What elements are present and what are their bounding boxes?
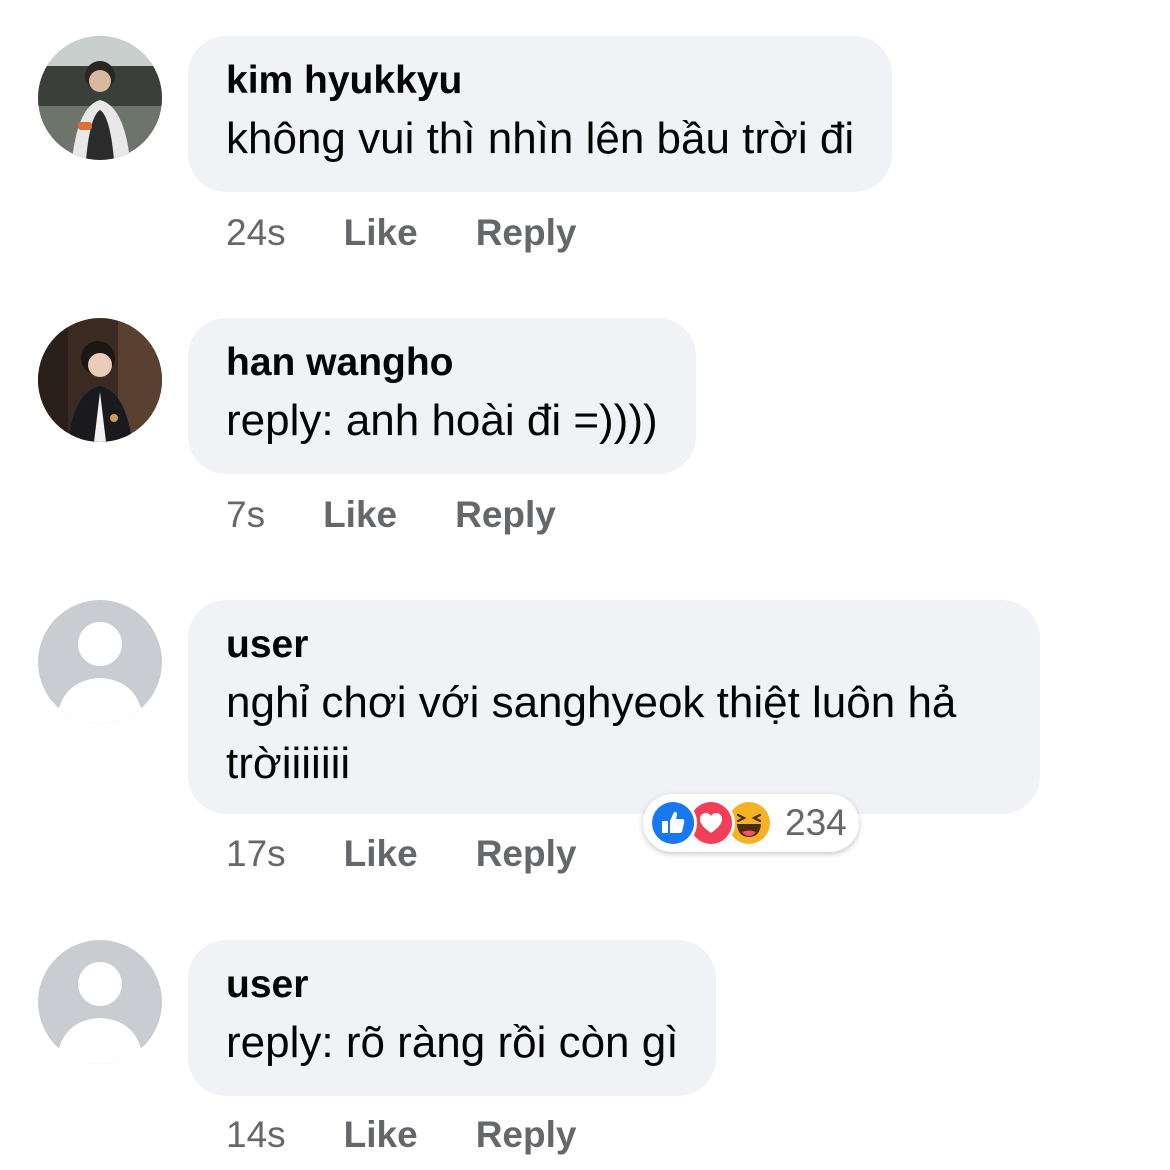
comment-bubble: kim hyukkyu không vui thì nhìn lên bầu t… — [188, 36, 893, 192]
like-button[interactable]: Like — [344, 832, 418, 876]
comment-author[interactable]: user — [226, 622, 1002, 668]
comment-author[interactable]: han wangho — [226, 340, 658, 386]
comment-time[interactable]: 7s — [226, 493, 265, 537]
comment-text: không vui thì nhìn lên bầu trời đi — [226, 114, 855, 163]
reply-button[interactable]: Reply — [476, 211, 577, 255]
default-avatar-icon — [38, 940, 162, 1064]
comment-actions: 24s Like Reply — [226, 211, 576, 255]
comment-bubble: user reply: rõ ràng rồi còn gì — [188, 940, 717, 1096]
avatar[interactable] — [38, 36, 162, 160]
comment-bubble: user nghỉ chơi với sanghyeok thiệt luôn … — [188, 600, 1040, 814]
comment-bubble: han wangho reply: anh hoài đi =)))) — [188, 318, 696, 474]
reply-button[interactable]: Reply — [476, 1113, 577, 1157]
avatar-photo-icon — [38, 36, 162, 160]
avatar-photo-icon — [38, 318, 162, 442]
comment-text: reply: anh hoài đi =)))) — [226, 396, 658, 445]
like-button[interactable]: Like — [344, 1113, 418, 1157]
reply-button[interactable]: Reply — [455, 493, 556, 537]
reply-button[interactable]: Reply — [476, 832, 577, 876]
comment-author[interactable]: kim hyukkyu — [226, 58, 854, 104]
reaction-summary[interactable]: 234 — [643, 794, 859, 852]
reaction-count: 234 — [785, 802, 847, 843]
like-button[interactable]: Like — [344, 211, 418, 255]
comment-actions: 14s Like Reply — [226, 1113, 576, 1157]
avatar[interactable] — [38, 940, 162, 1064]
like-button[interactable]: Like — [323, 493, 397, 537]
avatar[interactable] — [38, 318, 162, 442]
avatar[interactable] — [38, 600, 162, 724]
comment-actions: 17s Like Reply — [226, 832, 576, 876]
comment-text: reply: rõ ràng rồi còn gì — [226, 1018, 679, 1067]
comment-time[interactable]: 17s — [226, 832, 286, 876]
comment-time[interactable]: 24s — [226, 211, 286, 255]
comment-text: nghỉ chơi với sanghyeok thiệt luôn hả tr… — [226, 678, 957, 788]
like-reaction-icon — [649, 799, 697, 847]
comment-time[interactable]: 14s — [226, 1113, 286, 1157]
comment-author[interactable]: user — [226, 962, 678, 1008]
comment-actions: 7s Like Reply — [226, 493, 556, 537]
default-avatar-icon — [38, 600, 162, 724]
